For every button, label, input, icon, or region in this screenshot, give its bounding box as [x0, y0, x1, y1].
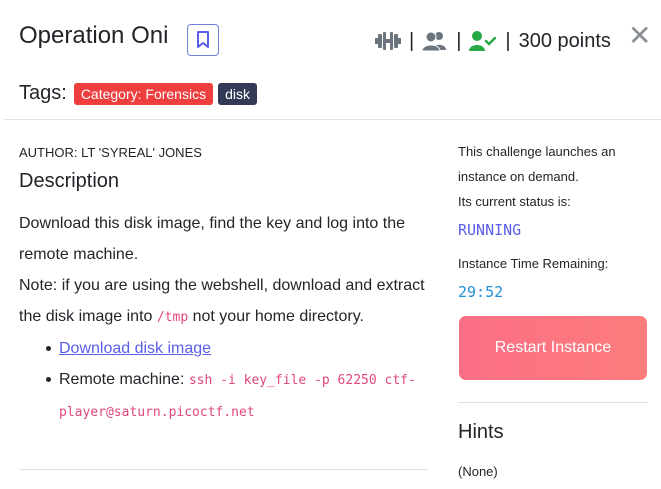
list-item: Remote machine: ssh -i key_file -p 62250…: [46, 364, 431, 428]
tags-label: Tags:: [19, 82, 67, 104]
stats-separator: |: [505, 29, 511, 52]
resource-list: Download disk image Remote machine: ssh …: [19, 333, 431, 428]
dumbbell-icon: [375, 32, 401, 50]
instance-status-label: Its current status is:: [458, 194, 571, 209]
tags-row: Tags: Category: Forensics disk: [19, 82, 262, 105]
hints-divider: [458, 402, 648, 403]
stats-separator: |: [409, 29, 415, 52]
challenge-header: Operation Oni | | | 300 points ✕ Tags: C…: [0, 0, 661, 120]
header-divider: [4, 119, 661, 120]
user-check-icon: [469, 31, 497, 51]
stats-separator: |: [456, 29, 462, 52]
remote-machine-label: Remote machine:: [59, 371, 189, 388]
restart-instance-button[interactable]: Restart Instance: [459, 316, 647, 380]
description-heading: Description: [19, 170, 120, 192]
description-note: Note: if you are using the webshell, dow…: [19, 270, 431, 333]
instance-time-remaining: 29:52: [458, 283, 504, 301]
tag-disk[interactable]: disk: [218, 82, 257, 105]
hints-heading: Hints: [458, 421, 504, 443]
instance-time-label: Instance Time Remaining:: [458, 256, 609, 271]
hints-empty: (None): [458, 464, 498, 479]
list-item: Download disk image: [46, 333, 431, 364]
tmp-path-code: /tmp: [156, 310, 189, 325]
author-line: AUTHOR: LT 'SYREAL' JONES: [19, 145, 202, 160]
note-text-end: not your home directory.: [188, 308, 364, 325]
instance-intro: This challenge launches an instance on d…: [458, 144, 616, 184]
close-icon[interactable]: ✕: [628, 22, 651, 50]
download-disk-image-link[interactable]: Download disk image: [59, 340, 211, 357]
tag-category[interactable]: Category: Forensics: [73, 82, 214, 105]
challenge-title: Operation Oni: [19, 22, 169, 49]
description-body: Download this disk image, find the key a…: [19, 208, 431, 428]
bookmark-button[interactable]: [187, 24, 219, 56]
description-text: Download this disk image, find the key a…: [19, 215, 406, 263]
instance-status: RUNNING: [458, 221, 522, 239]
users-icon: [422, 31, 448, 51]
bookmark-icon: [197, 31, 209, 48]
description-divider: [19, 469, 428, 470]
challenge-stats: | | | 300 points: [375, 27, 611, 55]
points-label: 300 points: [518, 29, 611, 52]
